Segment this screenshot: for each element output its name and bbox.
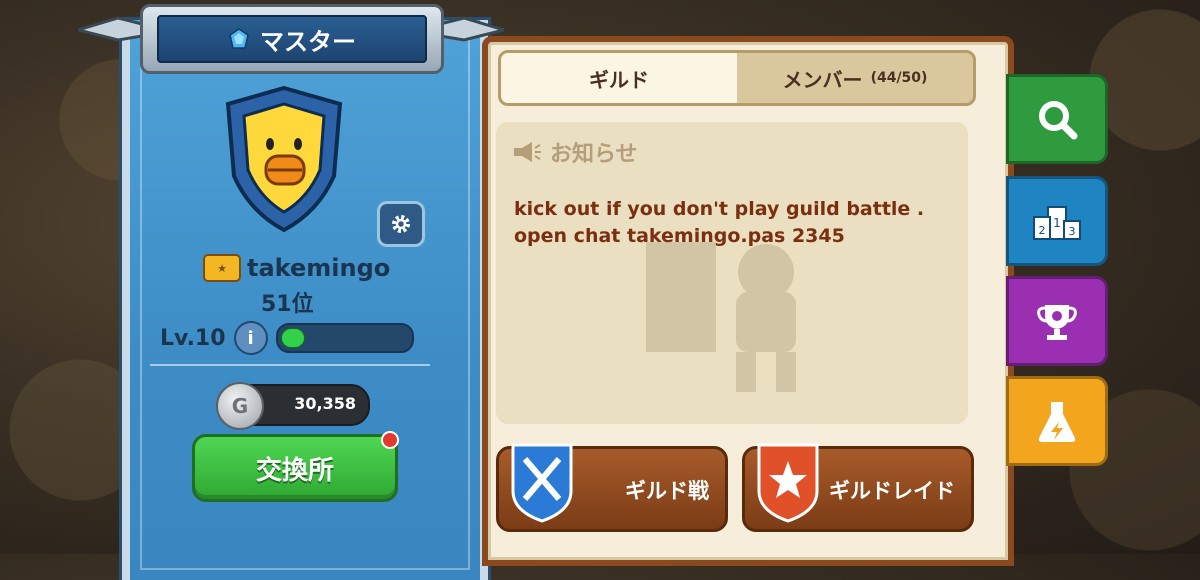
notice-line-1: kick out if you don't play guild battle … (514, 198, 925, 220)
guild-war-button[interactable]: ギルド戦 (496, 443, 728, 532)
xp-progress-bar (275, 323, 414, 353)
tab-guild-label: ギルド (589, 67, 649, 92)
notice-board: お知らせ kick out if you don't play guild ba… (496, 122, 968, 424)
tab-members-label: メンバー (782, 67, 863, 92)
side-tab-lab[interactable] (1006, 376, 1108, 466)
gear-icon (392, 215, 410, 233)
notice-title: お知らせ (550, 142, 638, 167)
notice-header: お知らせ (512, 136, 638, 168)
page-title: マスター (260, 27, 356, 56)
blue-gem-icon (229, 28, 249, 49)
info-icon[interactable]: i (233, 321, 268, 355)
svg-text:2: 2 (1039, 224, 1046, 237)
exchange-button[interactable]: 交換所 (192, 431, 399, 502)
coin-icon: G (216, 382, 264, 430)
rank-badge-icon: ★ (203, 254, 241, 282)
level-row: Lv.10 i (160, 321, 414, 355)
player-name: takemingo (247, 254, 391, 282)
flask-icon (1038, 402, 1076, 442)
coin-counter: G 30,358 (216, 382, 370, 430)
notice-line-2: open chat takemingo.pas 2345 (514, 225, 845, 247)
settings-button[interactable] (377, 201, 425, 247)
svg-text:1: 1 (1053, 216, 1061, 230)
guild-tabs: ギルド メンバー (44/50) (498, 50, 976, 106)
ranking-podium-icon: 1 2 3 (1033, 206, 1081, 240)
side-tab-search[interactable] (1006, 74, 1108, 164)
crossed-swords-shield-icon (511, 443, 573, 523)
svg-text:3: 3 (1069, 225, 1076, 238)
side-tab-trophy[interactable] (1006, 276, 1108, 366)
player-level: Lv.10 (160, 325, 226, 351)
tab-members-count: (44/50) (870, 70, 928, 86)
coin-amount: 30,358 (294, 394, 356, 413)
raid-shield-icon (757, 443, 819, 523)
notice-message: kick out if you don't play guild battle … (514, 196, 954, 250)
tab-members[interactable]: メンバー (44/50) (737, 53, 973, 103)
player-rank: 51位 (261, 292, 314, 317)
xp-progress-fill (280, 328, 305, 348)
guild-war-label: ギルド戦 (625, 479, 709, 503)
search-icon (1039, 101, 1078, 140)
guild-raid-button[interactable]: ギルドレイド (742, 443, 974, 532)
title-plate: マスター (140, 4, 444, 74)
notification-dot (381, 431, 399, 449)
left-spike-ornament (78, 16, 142, 42)
player-name-row: ★ takemingo (203, 254, 390, 282)
bear-silhouette-decoration (646, 242, 796, 392)
megaphone-icon (514, 142, 541, 162)
tab-guild[interactable]: ギルド (501, 53, 737, 103)
trophy-icon (1037, 305, 1077, 340)
exchange-button-label: 交換所 (255, 455, 334, 486)
divider (150, 364, 430, 366)
side-tab-ranking[interactable]: 1 2 3 (1006, 176, 1108, 266)
guild-emblem (225, 85, 343, 233)
guild-raid-label: ギルドレイド (829, 479, 955, 503)
